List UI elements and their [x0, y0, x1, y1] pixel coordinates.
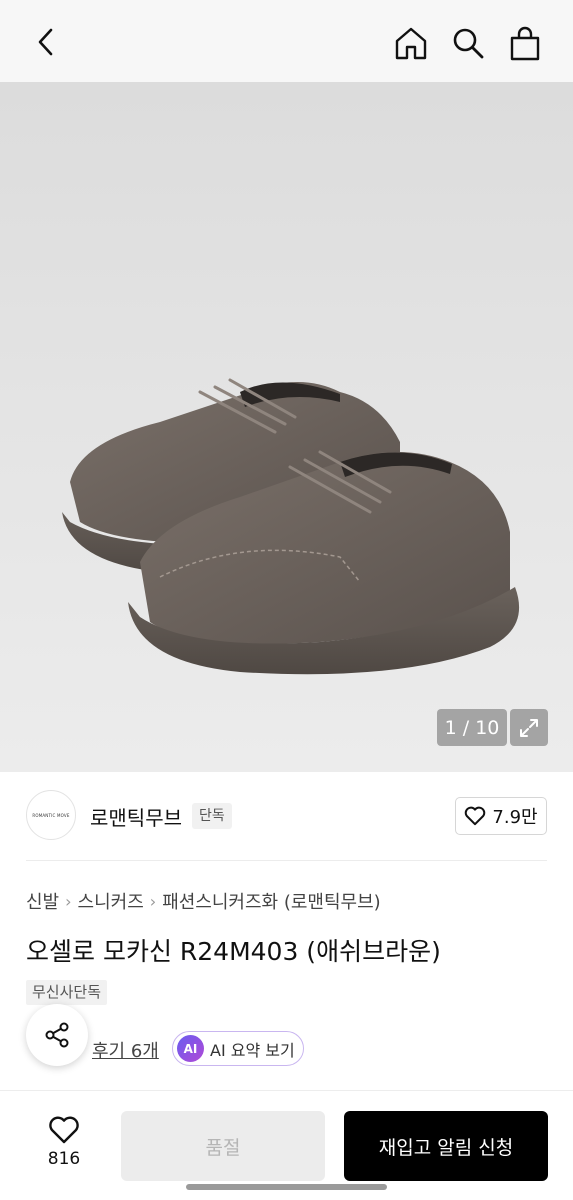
review-link[interactable]: 후기 6개 [92, 1037, 159, 1063]
ai-summary-button[interactable]: AI AI 요약 보기 [172, 1031, 304, 1066]
product-shoe-image [62, 378, 520, 675]
restock-alert-button[interactable]: 재입고 알림 신청 [344, 1111, 548, 1181]
search-button[interactable] [447, 22, 489, 64]
chevron-right-icon: › [65, 891, 72, 911]
product-image-gallery[interactable]: 1 / 10 [0, 82, 573, 772]
home-icon [395, 27, 427, 60]
breadcrumb-item[interactable]: 패션스니커즈화 (로맨틱무브) [162, 888, 381, 914]
fullscreen-button[interactable] [510, 709, 548, 746]
ai-summary-label: AI 요약 보기 [210, 1040, 295, 1060]
breadcrumb: 신발 › 스니커즈 › 패션스니커즈화 (로맨틱무브) [26, 888, 381, 914]
wishlist-count: 816 [47, 1149, 81, 1169]
home-indicator [186, 1184, 387, 1190]
back-button[interactable] [26, 22, 66, 62]
brand-name[interactable]: 로맨틱무브 [90, 802, 182, 831]
brand-logo[interactable]: ROMANTIC MOVE [26, 790, 76, 840]
wishlist-button[interactable]: 816 [34, 1115, 94, 1175]
breadcrumb-item[interactable]: 신발 [26, 888, 59, 914]
home-button[interactable] [390, 22, 432, 64]
soldout-button: 품절 [121, 1111, 325, 1181]
cart-button[interactable] [504, 22, 546, 64]
breadcrumb-item[interactable]: 스니커즈 [78, 888, 144, 914]
brand-row: ROMANTIC MOVE 로맨틱무브 단독 7.9만 [0, 772, 573, 860]
divider [26, 860, 547, 861]
search-icon [453, 28, 484, 59]
brand-like-count: 7.9만 [492, 807, 538, 828]
brand-exclusive-badge: 단독 [192, 803, 232, 829]
chevron-right-icon: › [149, 891, 157, 911]
ai-badge: AI [177, 1035, 204, 1062]
chevron-left-icon [38, 28, 53, 56]
share-icon [45, 1022, 69, 1048]
image-pager: 1 / 10 [437, 709, 507, 746]
shopping-bag-icon [510, 26, 540, 61]
brand-logo-text: ROMANTIC MOVE [32, 812, 70, 818]
share-button[interactable] [26, 1004, 88, 1066]
brand-like-button[interactable]: 7.9만 [455, 797, 547, 835]
expand-icon [520, 718, 538, 737]
heart-icon [49, 1116, 79, 1144]
heart-icon [465, 806, 486, 826]
exclusive-tag: 무신사단독 [26, 980, 108, 1005]
top-navigation-bar [0, 0, 573, 82]
product-title: 오셀로 모카신 R24M403 (애쉬브라운) [26, 937, 441, 966]
